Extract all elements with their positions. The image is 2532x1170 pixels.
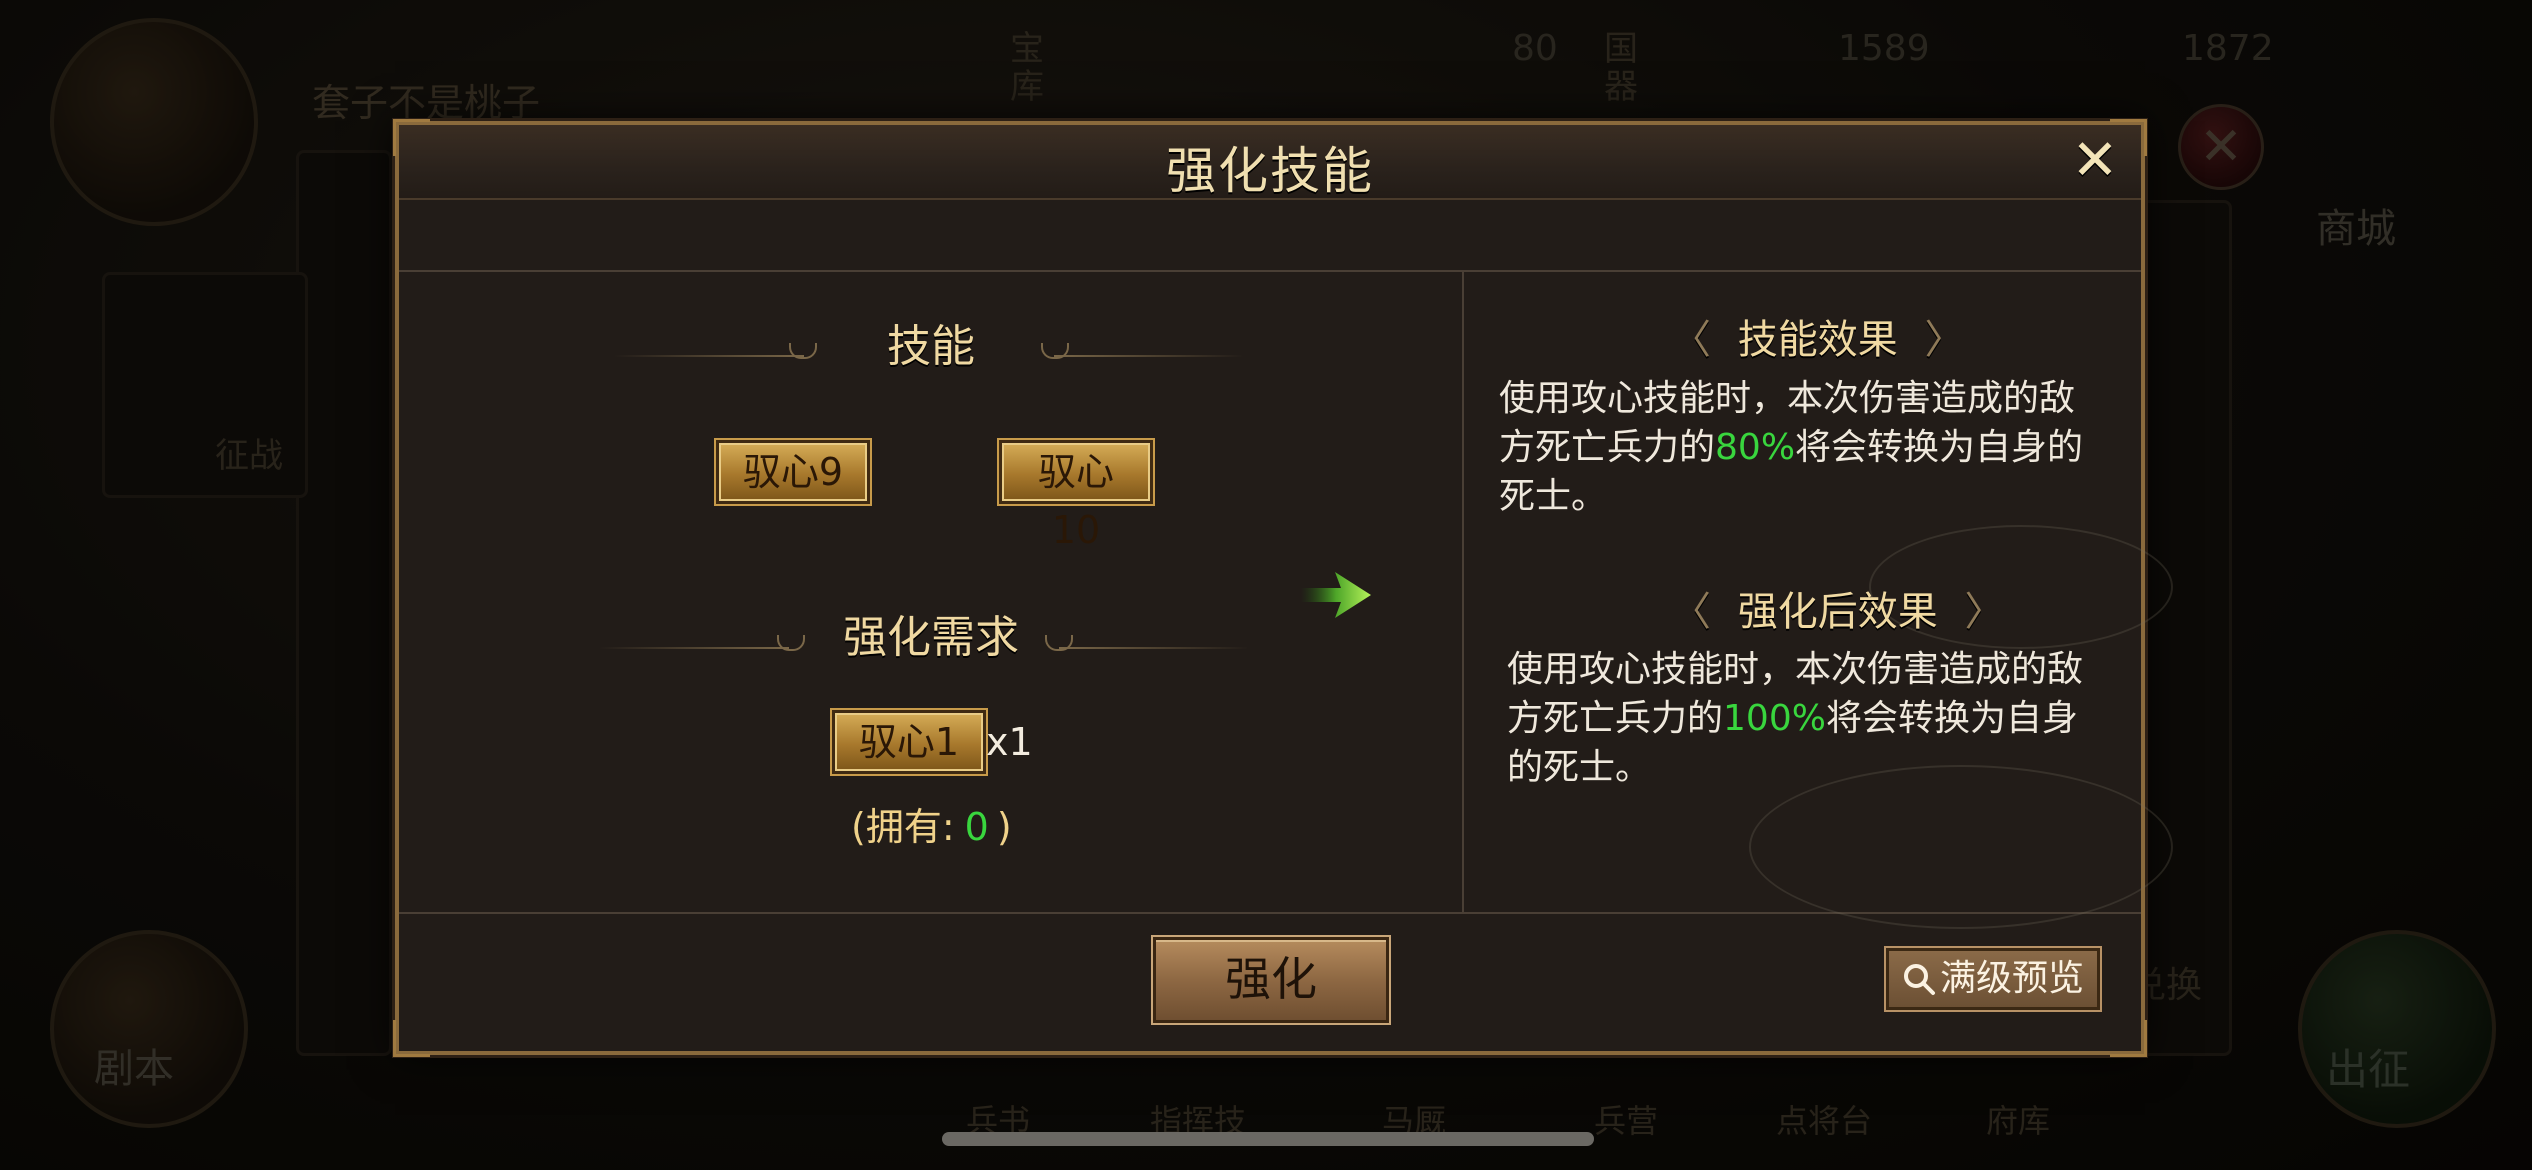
effect-heading: 〈 技能效果 〉 bbox=[1671, 307, 1964, 365]
corner-ornament bbox=[2110, 1020, 2147, 1057]
bracket-left-icon: 〈 bbox=[1671, 317, 1711, 363]
skill-next-chip[interactable]: 驭心10 bbox=[997, 438, 1155, 552]
upgrade-arrow-icon bbox=[1301, 572, 1371, 618]
title-ornament-right bbox=[1054, 355, 1244, 357]
title-ornament-left bbox=[614, 355, 804, 357]
requirement-item-chip[interactable]: 驭心1 bbox=[830, 708, 988, 776]
owned-suffix: ) bbox=[996, 805, 1012, 849]
title-ornament-left bbox=[599, 647, 789, 649]
owned-count: (拥有: 0) bbox=[851, 796, 1012, 851]
after-effect-description: 使用攻心技能时，本次伤害造成的敌方死亡兵力的100%将会转换为自身的死士。 bbox=[1507, 645, 2097, 792]
max-level-preview-button[interactable]: 满级预览 bbox=[1884, 946, 2102, 1012]
enhance-button[interactable]: 强化 bbox=[1151, 935, 1391, 1025]
corner-ornament bbox=[393, 1020, 430, 1057]
home-indicator[interactable] bbox=[942, 1132, 1594, 1146]
effect-percent: 80% bbox=[1715, 427, 1796, 468]
preview-label: 满级预览 bbox=[1939, 958, 2084, 999]
effect-title: 技能效果 bbox=[1737, 317, 1898, 363]
corner-ornament bbox=[393, 119, 430, 156]
effect-description: 使用攻心技能时，本次伤害造成的敌方死亡兵力的80%将会转换为自身的死士。 bbox=[1499, 374, 2089, 521]
corner-ornament bbox=[2110, 119, 2147, 156]
title-ornament-right bbox=[1059, 647, 1249, 649]
dialog-top-strip bbox=[399, 200, 2141, 272]
requirement-section-title: 强化需求 bbox=[843, 612, 1019, 663]
bracket-left-icon: 〈 bbox=[1671, 589, 1711, 635]
owned-prefix: (拥有: bbox=[851, 805, 955, 849]
dialog-title: 强化技能 bbox=[1166, 142, 1374, 200]
bracket-right-icon: 〉 bbox=[1964, 589, 2005, 635]
skill-current-chip[interactable]: 驭心9 bbox=[714, 438, 872, 506]
after-effect-title: 强化后效果 bbox=[1737, 589, 1938, 635]
panel-divider bbox=[1462, 272, 1464, 912]
bracket-right-icon: 〉 bbox=[1924, 317, 1965, 363]
dialog-header: 强化技能 ✕ bbox=[399, 125, 2141, 200]
after-effect-heading: 〈 强化后效果 〉 bbox=[1671, 579, 2004, 637]
requirement-quantity: x1 bbox=[986, 720, 1033, 764]
enhance-skill-dialog: 强化技能 ✕ 技能 驭心9 驭心10 强化需求 驭心1 x1 (拥有: 0) 〈… bbox=[393, 119, 2173, 1057]
owned-value: 0 bbox=[964, 805, 989, 849]
skill-section-title: 技能 bbox=[887, 321, 975, 372]
search-icon bbox=[1903, 964, 1935, 995]
after-percent: 100% bbox=[1723, 698, 1826, 739]
